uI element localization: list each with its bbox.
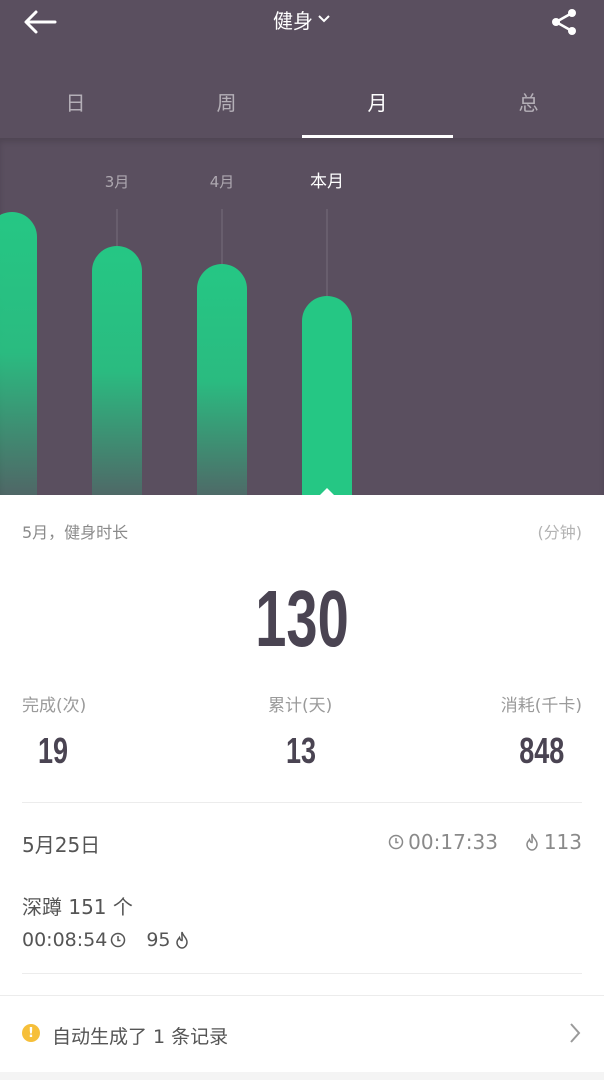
chevron-right-icon [570, 1023, 581, 1043]
chart-bar[interactable] [92, 246, 142, 495]
record-duration: 00:17:33 [388, 830, 498, 854]
clock-icon [388, 834, 404, 850]
share-icon [552, 9, 576, 35]
tab-total[interactable]: 总 [453, 70, 604, 138]
stat-calories: 消耗(千卡) 848 [501, 691, 582, 772]
auto-record-notice[interactable]: ! 自动生成了 1 条记录 [0, 995, 604, 1072]
stat-completed-value: 19 [38, 730, 69, 771]
tab-day[interactable]: 日 [0, 70, 151, 138]
stat-completed-label: 完成(次) [22, 696, 87, 716]
tab-total-label: 总 [518, 90, 539, 115]
tab-week[interactable]: 周 [151, 70, 302, 138]
flame-icon [175, 931, 188, 949]
monthly-chart[interactable]: 3月 4月 本月 [0, 138, 604, 495]
exercise-duration: 00:08:54 [22, 929, 108, 951]
exercise-name: 深蹲 151 个 [22, 895, 133, 919]
x-tick-label: 4月 [210, 173, 235, 191]
stat-calories-value: 848 [518, 730, 564, 771]
share-button[interactable] [546, 4, 582, 40]
stat-calories-label: 消耗(千卡) [500, 696, 582, 716]
exercise-calories: 95 [146, 929, 171, 951]
summary-unit: (分钟) [537, 523, 583, 542]
record-calories-value: 113 [543, 830, 582, 854]
summary-caption: 5月，健身时长 [22, 523, 129, 542]
bar-chart: 3月 4月 本月 [0, 172, 352, 495]
divider [22, 802, 582, 803]
tab-week-label: 周 [216, 90, 237, 115]
record-calories: 113 [524, 830, 582, 854]
chevron-down-icon [318, 15, 330, 23]
stat-days-label: 累计(天) [268, 696, 333, 716]
tab-month[interactable]: 月 [302, 70, 453, 138]
x-tick-label: 本月 [310, 172, 344, 192]
stat-completed: 完成(次) 19 [22, 691, 86, 772]
tab-month-label: 月 [367, 90, 388, 115]
record-date: 5月25日 [22, 833, 101, 857]
clock-icon [111, 932, 126, 948]
chart-bar[interactable] [0, 212, 37, 495]
title-dropdown[interactable]: 健身 [0, 4, 604, 34]
record-duration-value: 00:17:33 [408, 830, 498, 854]
chart-bar[interactable] [302, 296, 352, 495]
notice-text: 自动生成了 1 条记录 [52, 1026, 229, 1048]
stat-days: 累计(天) 13 [268, 691, 332, 772]
stat-days-value: 13 [286, 730, 317, 771]
total-duration: 130 [255, 574, 349, 663]
exercise-meta: 00:08:54 95 [22, 929, 190, 951]
divider [22, 973, 582, 974]
page-title: 健身 [273, 8, 313, 33]
warning-icon: ! [22, 1024, 40, 1042]
chart-bar[interactable] [197, 264, 247, 495]
x-tick-label: 3月 [105, 173, 130, 191]
tab-day-label: 日 [65, 90, 86, 115]
flame-icon [526, 833, 538, 851]
header: 健身 日 周 月 总 [0, 0, 604, 138]
summary-panel: 5月，健身时长 (分钟) 130 完成(次) 19 累计(天) 13 消耗(千卡… [0, 495, 604, 995]
period-tabs: 日 周 月 总 [0, 70, 604, 138]
